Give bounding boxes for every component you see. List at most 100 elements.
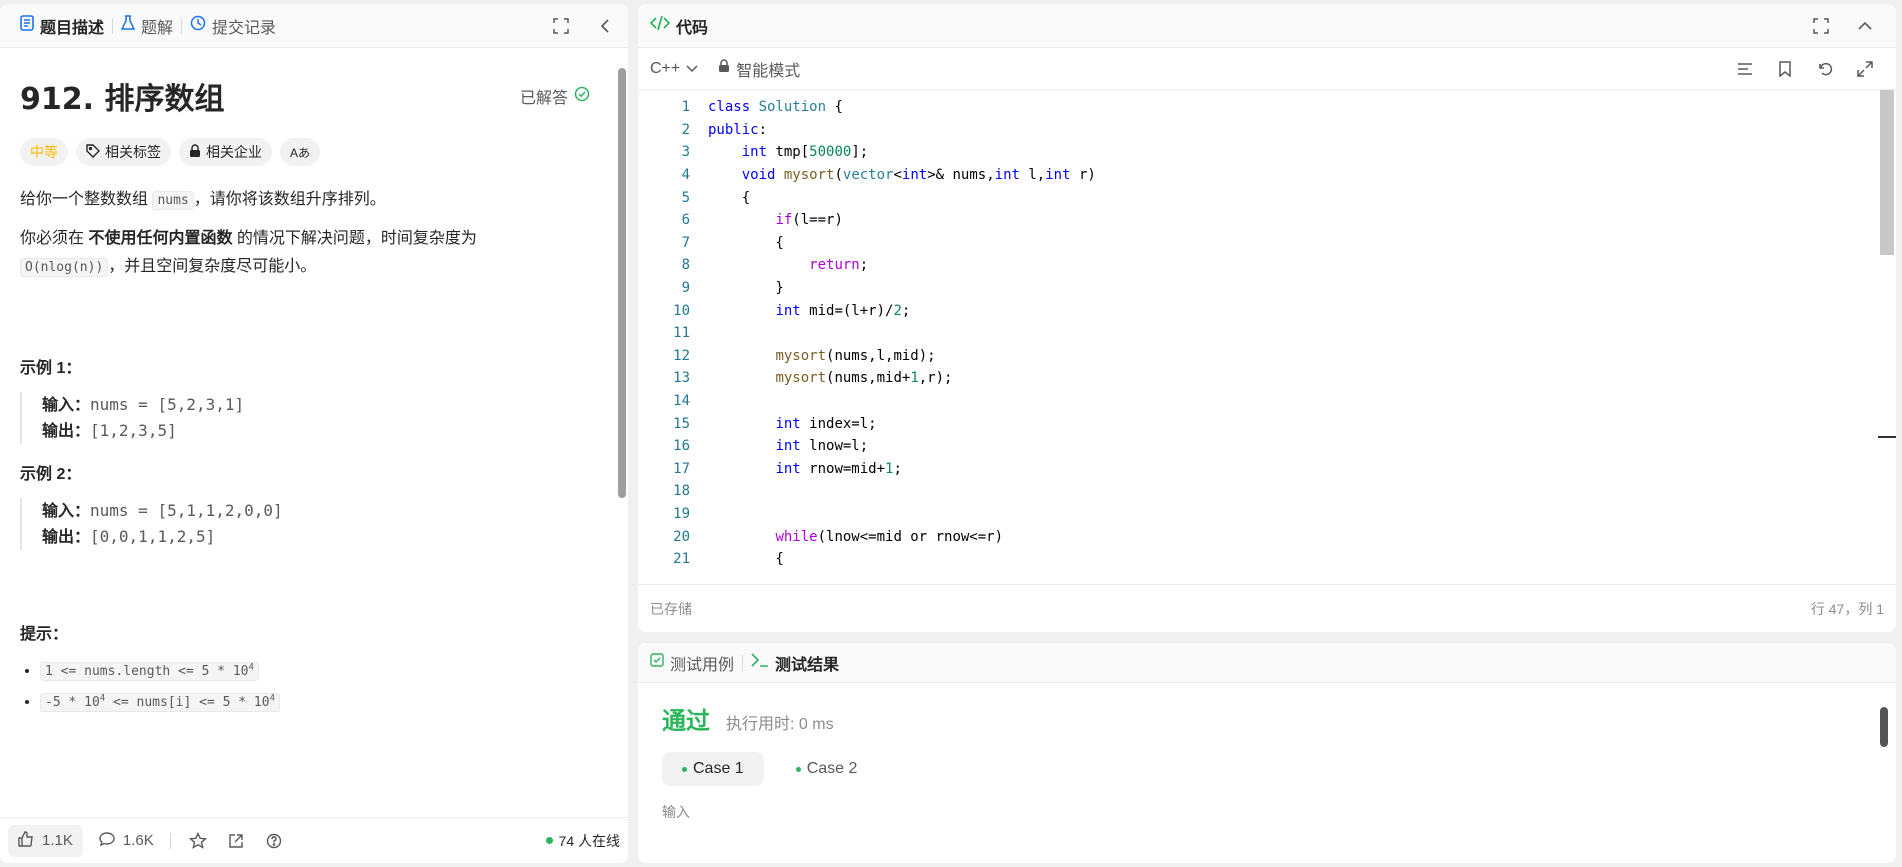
bookmark-icon[interactable] (1774, 58, 1796, 80)
code-line: 18 (673, 483, 690, 500)
inline-code: nums (152, 191, 194, 210)
results-scrollbar[interactable] (1880, 707, 1888, 747)
code-line: 8 return; (681, 257, 869, 274)
expand-icon[interactable] (1854, 58, 1876, 80)
tab-solutions[interactable]: 题解 (113, 4, 181, 47)
desc-text: ，并且空间复杂度尽可能小。 (108, 258, 317, 275)
code-line: 21 { (673, 551, 784, 568)
output-label: 输出： (42, 423, 91, 440)
solved-label: 已解答 (519, 90, 568, 107)
format-icon[interactable] (1734, 58, 1756, 80)
collapse-up-icon[interactable] (1854, 15, 1876, 37)
case-1-label: Case 1 (693, 760, 744, 777)
code-line: 17 int rnow=mid+1; (673, 460, 902, 477)
divider (169, 832, 171, 849)
description-paragraph-2: 你必须在 不使用任何内置函数 的情况下解决问题，时间复杂度为 O(nlog(n)… (20, 225, 608, 282)
constraint-item: -5 * 104 <= nums[i] <= 5 * 104 (40, 693, 608, 712)
terminal-icon (751, 653, 769, 672)
star-icon[interactable] (187, 830, 209, 852)
constraints-list: 1 <= nums.length <= 5 * 104 -5 * 104 <= … (20, 662, 608, 712)
desc-text: ，请你将该数组升序排列。 (193, 191, 386, 208)
code-editor-panel: 代码 C++ 智能模式 1 class Solution {2 public:… (638, 4, 1896, 632)
tab-solutions-label: 题解 (141, 19, 174, 37)
share-icon[interactable] (225, 830, 247, 852)
chevron-down-icon (686, 60, 698, 78)
code-line: 11 (673, 325, 690, 342)
tab-test-result[interactable]: 测试结果 (743, 643, 847, 682)
code-line: 10 int mid=(l+r)/2; (673, 302, 911, 319)
inline-code: O(nlog(n)) (20, 258, 109, 277)
constraint-text: 1 <= nums.length <= 5 * 10 (45, 664, 249, 679)
solved-status: 已解答 (520, 84, 590, 108)
language-select[interactable]: C++ (650, 60, 698, 78)
constraint-text: <= nums[i] <= 5 * 10 (105, 695, 270, 710)
code-line: 14 (673, 393, 690, 410)
problem-content: 912. 排序数组 已解答 中等 相关标签 相关企业 Aあ 给你一个整数数组 n… (0, 48, 628, 810)
input-label: 输入： (42, 397, 91, 414)
editor-toolbar: C++ 智能模式 (638, 48, 1896, 90)
tab-testcase[interactable]: 测试用例 (650, 643, 742, 682)
checkbox-icon (650, 653, 664, 672)
results-content: 通过 执行用时: 0 ms Case 1 Case 2 输入 (638, 701, 1896, 822)
code-line: 2 public: (681, 121, 768, 138)
check-circle-icon (574, 86, 590, 107)
example-2-title: 示例 2： (20, 466, 82, 483)
reset-icon[interactable] (1814, 58, 1836, 80)
code-area[interactable]: 1 class Solution { 2 public: 3 int tmp[500… (638, 90, 1896, 584)
scrollbar[interactable] (618, 68, 626, 498)
comments-button[interactable]: 1.6K (99, 831, 154, 851)
input-label: 输入 (662, 804, 690, 820)
related-companies-label: 相关企业 (206, 144, 262, 160)
related-tags-button[interactable]: 相关标签 (76, 138, 171, 166)
constraint-item: 1 <= nums.length <= 5 * 104 (40, 662, 608, 681)
code-line: 16 int lnow=l; (673, 438, 869, 455)
lock-icon (189, 143, 201, 161)
help-icon[interactable] (263, 830, 285, 852)
pass-dot (795, 766, 801, 772)
example-1: 输入：nums = [5,2,3,1] 输出：[1,2,3,5] (20, 392, 608, 444)
output-value: [1,2,3,5] (90, 421, 177, 440)
problem-panel: 题目描述 题解 提交记录 912. 排序数组 已解答 中等 相关标签 相关企业 … (0, 4, 628, 863)
comments-count: 1.6K (122, 832, 154, 849)
input-value: nums = [5,2,3,1] (90, 395, 245, 414)
result-status: 通过 (662, 708, 710, 735)
tab-code[interactable]: 代码 (649, 4, 716, 47)
code-line: 13 mysort(nums,mid+1,r); (673, 370, 953, 387)
tab-description[interactable]: 题目描述 (12, 4, 112, 47)
tab-submissions[interactable]: 提交记录 (182, 4, 284, 47)
tab-testcase-label: 测试用例 (670, 656, 735, 674)
scroll-marker (1878, 436, 1896, 438)
thumbs-up-icon (18, 830, 34, 851)
difficulty-badge[interactable]: 中等 (20, 138, 68, 166)
editor-scrollbar[interactable] (1880, 90, 1894, 255)
code-line: 12 mysort(nums,l,mid); (673, 347, 936, 364)
translate-button[interactable]: Aあ (280, 138, 321, 166)
code-line: 5 { (681, 189, 751, 206)
collapse-left-icon[interactable] (594, 15, 616, 37)
case-1-tab[interactable]: Case 1 (662, 752, 764, 786)
problem-title: 912. 排序数组 (20, 82, 225, 117)
like-button[interactable]: 1.1K (8, 824, 83, 857)
tab-code-label: 代码 (676, 19, 709, 37)
tab-description-label: 题目描述 (40, 19, 105, 37)
smart-mode-toggle[interactable]: 智能模式 (718, 57, 800, 81)
superscript: 4 (248, 662, 254, 673)
problem-footer: 1.1K 1.6K 74 人在线 (0, 817, 628, 863)
fullscreen-icon[interactable] (1810, 15, 1832, 37)
code-line: 20 while(lnow<=mid or rnow<=r) (673, 528, 1004, 545)
desc-text: 你必须在 (20, 230, 89, 247)
case-2-label: Case 2 (806, 760, 858, 777)
case-2-tab[interactable]: Case 2 (776, 752, 878, 786)
code-line: 3 int tmp[50000]; (681, 144, 869, 161)
code-line: 9 } (681, 280, 784, 297)
code-line: 1 class Solution { (681, 99, 843, 116)
pass-dot (682, 766, 687, 772)
example-1-title: 示例 1： (20, 360, 82, 377)
results-tabbar: 测试用例 测试结果 (638, 643, 1896, 683)
code-line: 7 { (681, 234, 784, 251)
related-tags-label: 相关标签 (105, 144, 161, 160)
language-label: C++ (650, 59, 681, 77)
output-value: [0,0,1,1,2,5] (90, 527, 216, 546)
related-companies-button[interactable]: 相关企业 (179, 138, 272, 166)
fullscreen-icon[interactable] (550, 15, 572, 37)
